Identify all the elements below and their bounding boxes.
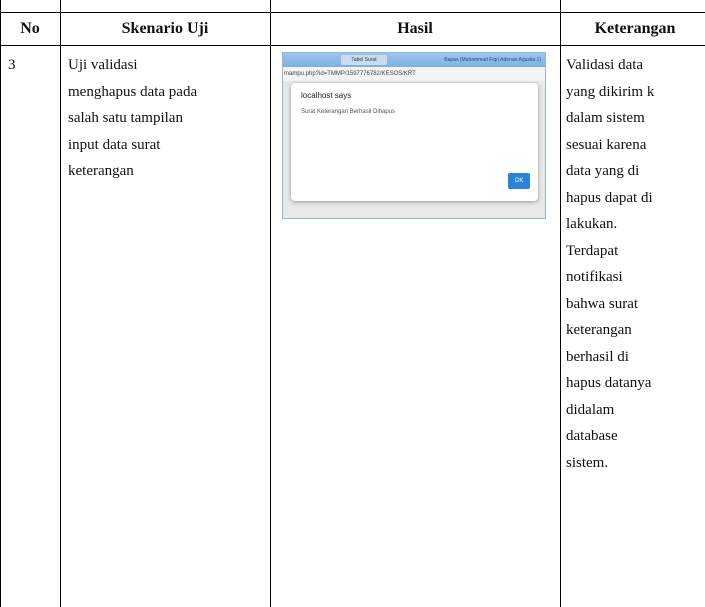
- table-border: [0, 0, 1, 607]
- header-no: No: [20, 20, 40, 37]
- browser-tab: Tabel Surat: [341, 55, 387, 65]
- window-title: Bapas (Muhammad Fiqri Adenan Aguska 1): [444, 57, 541, 63]
- keterangan-line: didalam: [566, 401, 615, 418]
- skenario-line: input data surat: [68, 136, 161, 153]
- skenario-line: salah satu tampilan: [68, 110, 183, 126]
- keterangan-line: Terdapat: [566, 242, 619, 259]
- skenario-line: keterangan: [68, 163, 134, 179]
- keterangan-line: sistem.: [566, 454, 609, 471]
- keterangan-line: hapus dapat di: [566, 189, 653, 206]
- keterangan-line: sesuai karena: [566, 136, 647, 153]
- skenario-cell: Uji validasi menghapus data pada salah s…: [68, 52, 268, 185]
- keterangan-line: database: [566, 428, 618, 444]
- result-screenshot: Tabel Surat Bapas (Muhammad Fiqri Adenan…: [282, 52, 546, 219]
- row-number: 3: [8, 52, 58, 79]
- alert-dialog: localhost says Surat Keterangan Berhasil…: [291, 83, 538, 201]
- column-divider: [60, 0, 61, 607]
- header-skenario-uji: Skenario Uji: [121, 20, 209, 37]
- keterangan-line: keterangan: [566, 322, 632, 338]
- skenario-line: Uji validasi: [68, 57, 138, 73]
- keterangan-line: lakukan.: [566, 216, 618, 232]
- keterangan-line: Validasi data: [566, 57, 644, 73]
- header-hasil: Hasil: [397, 20, 433, 37]
- test-results-table: No Skenario Uji Hasil Keterangan 3 Uji v…: [0, 0, 705, 607]
- header-bottom-border: [0, 45, 705, 46]
- keterangan-line: yang dikirim k: [566, 83, 655, 100]
- row-number-value: 3: [8, 57, 16, 73]
- keterangan-line: data yang di: [566, 163, 640, 179]
- keterangan-line: dalam sistem: [566, 110, 645, 126]
- header-top-border: [0, 12, 705, 13]
- browser-titlebar: Tabel Surat Bapas (Muhammad Fiqri Adenan…: [283, 53, 545, 67]
- keterangan-line: berhasil di: [566, 348, 629, 365]
- skenario-line: menghapus data pada: [68, 83, 198, 100]
- keterangan-line: hapus datanya: [566, 375, 652, 391]
- keterangan-line: notifikasi: [566, 269, 623, 285]
- dialog-ok-button[interactable]: OK: [508, 173, 530, 189]
- keterangan-line: bahwa surat: [566, 295, 639, 312]
- header-keterangan: Keterangan: [594, 20, 676, 37]
- column-divider: [270, 0, 271, 607]
- keterangan-cell: Validasi data yang dikirim k dalam siste…: [566, 52, 705, 476]
- dialog-title: localhost says: [301, 91, 352, 100]
- dialog-message: Surat Keterangan Berhasil Dihapus: [301, 109, 396, 115]
- column-divider: [560, 0, 561, 607]
- browser-url-bar: mampu.php?id=TMMP/1597776782/KESOS/KRT: [283, 67, 545, 81]
